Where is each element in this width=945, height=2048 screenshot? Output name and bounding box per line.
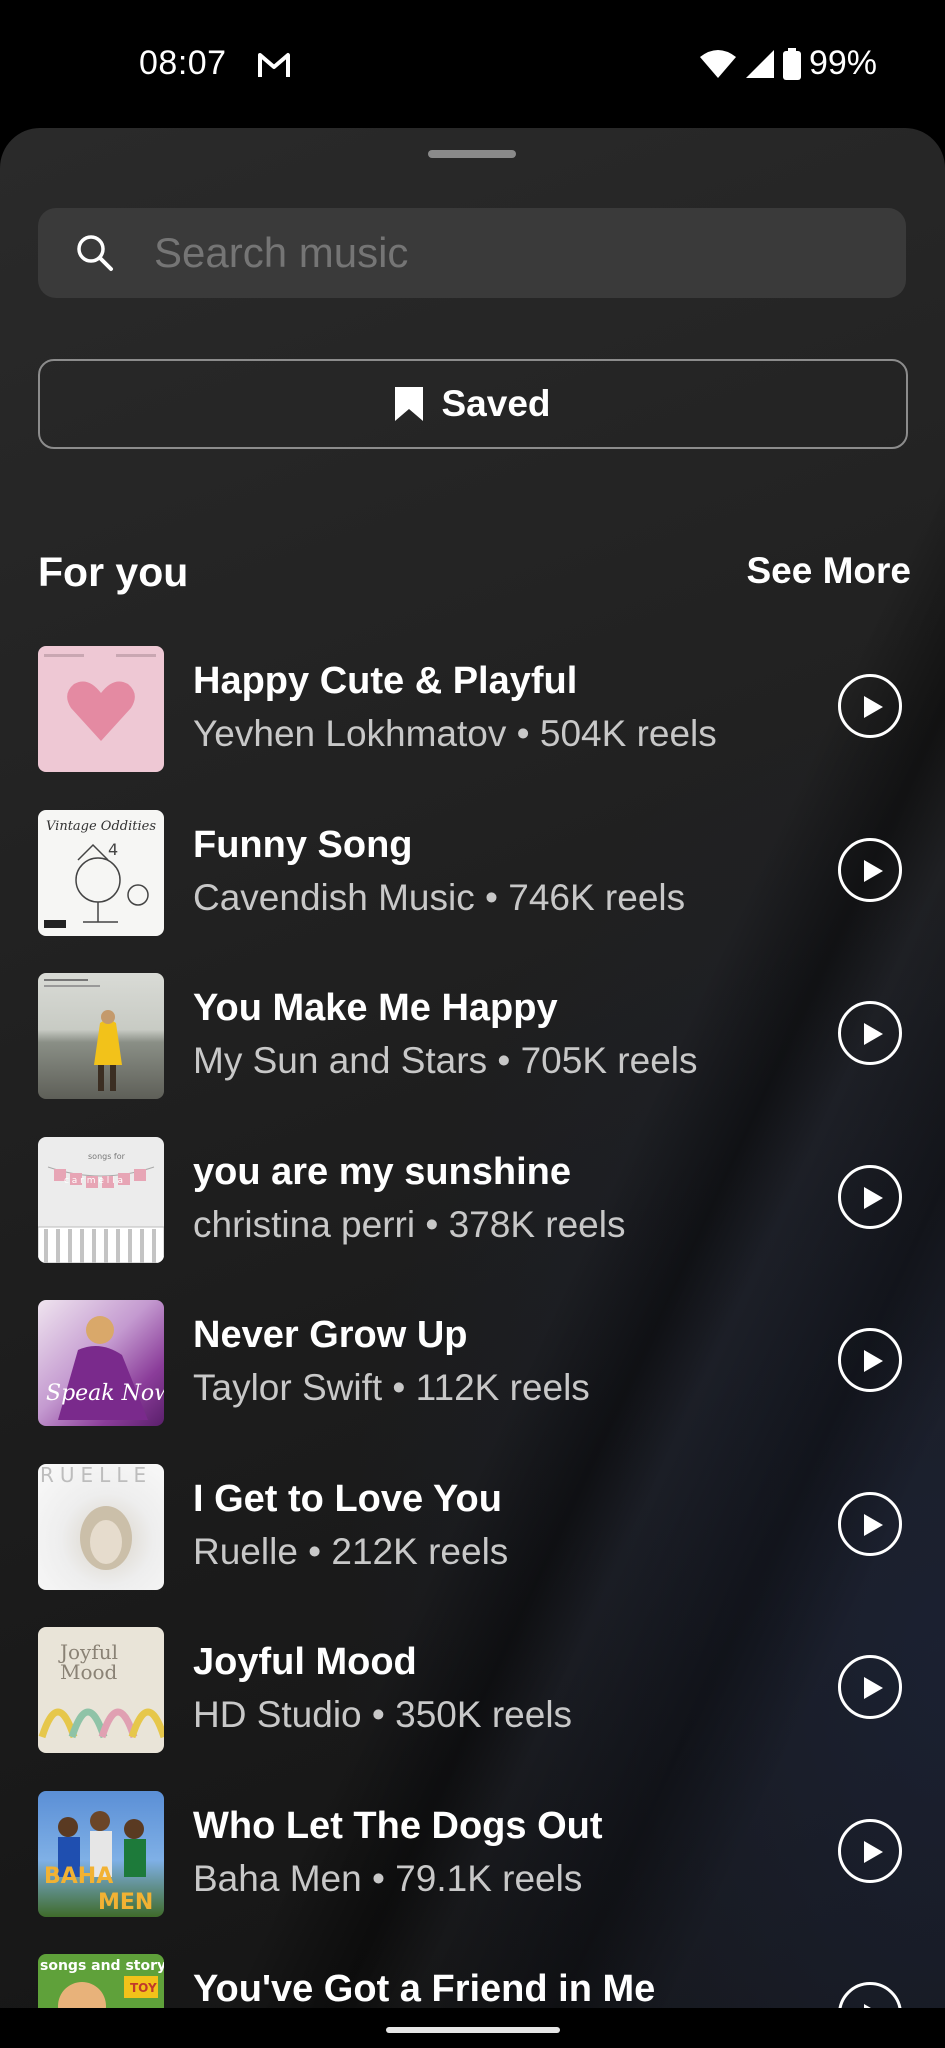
track-row[interactable]: Happy Cute & Playful Yevhen Lokhmatov • … — [0, 646, 945, 810]
track-title: Joyful Mood — [193, 1641, 417, 1683]
wifi-icon — [699, 49, 736, 78]
see-more-link[interactable]: See More — [746, 550, 911, 592]
play-icon — [864, 1513, 883, 1536]
track-subtitle: Baha Men • 79.1K reels — [193, 1857, 583, 1899]
status-icons: 99% — [699, 44, 877, 83]
status-time: 08:07 — [139, 44, 227, 82]
album-cover: Joyful Mood — [38, 1627, 164, 1753]
cover-text: c a r m e l l a — [64, 1176, 123, 1186]
play-icon — [864, 696, 883, 718]
track-row[interactable]: BAHA MEN Who Let The Dogs Out Baha Men •… — [0, 1790, 945, 1955]
track-row[interactable]: Speak Now Never Grow Up Taylor Swift • 1… — [0, 1300, 945, 1464]
track-row[interactable]: Joyful Mood Joyful Mood HD Studio • 350K… — [0, 1627, 945, 1791]
drag-handle[interactable] — [428, 150, 516, 158]
track-title: You've Got a Friend in Me — [193, 1968, 656, 2010]
svg-text:songs for: songs for — [88, 1152, 126, 1161]
home-indicator[interactable] — [386, 2027, 560, 2033]
track-subtitle: Taylor Swift • 112K reels — [193, 1367, 590, 1408]
track-subtitle: Yevhen Lokhmatov • 504K reels — [193, 713, 717, 754]
play-icon — [864, 1350, 883, 1372]
play-icon — [864, 1840, 883, 1863]
album-cover: RUELLE — [38, 1463, 164, 1590]
track-title: I Get to Love You — [193, 1477, 502, 1520]
album-cover — [38, 973, 164, 1099]
saved-button[interactable]: Saved — [38, 359, 908, 449]
track-title: You Make Me Happy — [193, 987, 558, 1029]
battery-percent: 99% — [808, 44, 877, 82]
search-bar[interactable] — [38, 208, 906, 298]
cover-text: Speak Now — [46, 1381, 164, 1406]
track-title: Happy Cute & Playful — [193, 660, 578, 702]
play-button[interactable] — [838, 1001, 902, 1065]
track-row[interactable]: Vintage Oddities 4 Funny Song Cavendish … — [0, 809, 945, 974]
play-button[interactable] — [838, 1655, 902, 1719]
track-list: Happy Cute & Playful Yevhen Lokhmatov • … — [0, 646, 945, 2048]
gmail-icon — [258, 53, 290, 77]
album-cover — [38, 646, 164, 772]
search-icon — [77, 235, 113, 271]
svg-text:TOY: TOY — [130, 1981, 157, 1995]
svg-text:Mood: Mood — [60, 1660, 118, 1684]
track-subtitle: Ruelle • 212K reels — [193, 1530, 509, 1572]
music-picker-sheet: Saved For you See More Happy Cute & Play… — [0, 128, 945, 2048]
track-row[interactable]: You Make Me Happy My Sun and Stars • 705… — [0, 973, 945, 1137]
album-cover: Speak Now — [38, 1300, 164, 1426]
play-button[interactable] — [838, 1491, 902, 1556]
track-subtitle: HD Studio • 350K reels — [193, 1694, 573, 1735]
play-button[interactable] — [838, 1818, 902, 1883]
play-icon — [864, 859, 883, 882]
cover-text: BAHA — [44, 1864, 113, 1889]
svg-text:MEN: MEN — [98, 1890, 153, 1915]
track-title: Funny Song — [193, 823, 413, 866]
play-button[interactable] — [838, 837, 902, 902]
svg-text:4: 4 — [108, 840, 118, 859]
track-title: you are my sunshine — [193, 1150, 572, 1193]
track-row[interactable]: RUELLE I Get to Love You Ruelle • 212K r… — [0, 1463, 945, 1628]
play-button[interactable] — [838, 1164, 902, 1229]
battery-icon — [782, 47, 801, 80]
bookmark-icon — [395, 387, 424, 421]
track-title: Never Grow Up — [193, 1314, 468, 1356]
status-bar: 08:07 99% — [0, 0, 945, 128]
cover-text: Vintage Oddities — [46, 819, 156, 834]
cover-text: RUELLE — [40, 1464, 152, 1487]
track-title: Who Let The Dogs Out — [193, 1804, 603, 1847]
track-subtitle: Cavendish Music • 746K reels — [193, 876, 686, 918]
search-input[interactable] — [154, 208, 874, 298]
album-cover: Vintage Oddities 4 — [38, 809, 164, 936]
play-button[interactable] — [838, 674, 902, 738]
play-icon — [864, 1023, 883, 1045]
track-subtitle: My Sun and Stars • 705K reels — [193, 1040, 698, 1081]
album-cover: songs for c a r m e l l a — [38, 1136, 164, 1263]
section-title: For you — [38, 549, 189, 595]
saved-label: Saved — [441, 383, 551, 424]
album-cover: BAHA MEN — [38, 1790, 164, 1917]
play-icon — [864, 1677, 883, 1699]
play-icon — [864, 1186, 883, 1209]
play-button[interactable] — [838, 1328, 902, 1392]
cell-signal-icon — [745, 49, 774, 78]
track-subtitle: christina perri • 378K reels — [193, 1203, 626, 1245]
track-row[interactable]: songs for c a r m e l l a you are my sun… — [0, 1136, 945, 1301]
cover-text: songs and story — [40, 1958, 164, 1974]
